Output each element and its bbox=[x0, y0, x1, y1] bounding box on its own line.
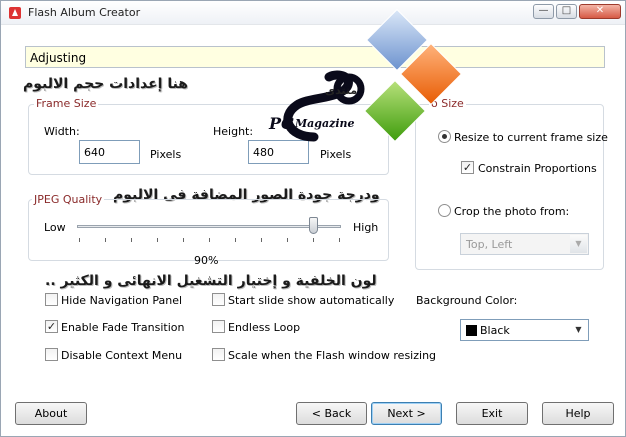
chevron-down-icon: ▼ bbox=[570, 235, 587, 253]
resize-label: Resize to current frame size bbox=[454, 131, 608, 144]
slider-tick bbox=[235, 238, 236, 242]
window-title: Flash Album Creator bbox=[28, 6, 141, 19]
app-icon bbox=[9, 7, 21, 19]
frame-size-label: Frame Size bbox=[34, 97, 99, 110]
background-color-label: Background Color: bbox=[416, 294, 518, 307]
slider-tick bbox=[209, 238, 210, 242]
logo-arabic-text: منتدى bbox=[325, 84, 358, 97]
height-unit-label: Pixels bbox=[320, 148, 352, 161]
constrain-label: Constrain Proportions bbox=[478, 162, 597, 175]
quality-slider-track[interactable] bbox=[77, 225, 341, 228]
minimize-button[interactable]: — bbox=[533, 4, 554, 19]
logo-main-text: PC bbox=[269, 114, 294, 133]
constrain-checkbox[interactable]: ✓ bbox=[461, 161, 474, 174]
chevron-down-icon: ▼ bbox=[570, 321, 587, 339]
height-label: Height: bbox=[213, 125, 254, 138]
slider-tick bbox=[131, 238, 132, 242]
resize-radio[interactable] bbox=[438, 130, 451, 143]
logo-sub-text: Magazine bbox=[295, 117, 355, 130]
jpeg-quality-label: JPEG Quality bbox=[32, 193, 105, 206]
slider-tick bbox=[79, 238, 80, 242]
quality-low-label: Low bbox=[44, 221, 66, 234]
quality-value: 90% bbox=[194, 254, 219, 267]
hide-nav-checkbox[interactable] bbox=[45, 293, 58, 306]
close-button[interactable]: ✕ bbox=[579, 4, 621, 19]
quality-slider-thumb[interactable] bbox=[309, 217, 318, 234]
jpeg-quality-group bbox=[28, 199, 389, 261]
crop-select-value: Top, Left bbox=[466, 238, 513, 251]
arabic-caption-options: لون الخلفية و إختيار التشغيل الانهائى و … bbox=[45, 273, 377, 289]
start-auto-checkbox[interactable] bbox=[212, 293, 225, 306]
crop-select[interactable]: Top, Left ▼ bbox=[460, 233, 589, 255]
logo-swirl-icon bbox=[283, 70, 365, 142]
disable-menu-checkbox[interactable] bbox=[45, 348, 58, 361]
exit-button[interactable]: Exit bbox=[456, 402, 528, 425]
color-swatch bbox=[466, 325, 477, 336]
slider-tick bbox=[287, 238, 288, 242]
slider-tick bbox=[157, 238, 158, 242]
fade-label: Enable Fade Transition bbox=[61, 321, 185, 334]
hide-nav-label: Hide Navigation Panel bbox=[61, 294, 183, 307]
background-color-select[interactable]: Black ▼ bbox=[460, 319, 589, 341]
slider-tick bbox=[105, 238, 106, 242]
back-button[interactable]: < Back bbox=[296, 402, 367, 425]
crop-label: Crop the photo from: bbox=[454, 205, 570, 218]
slider-tick bbox=[183, 238, 184, 242]
help-button[interactable]: Help bbox=[542, 402, 614, 425]
slider-tick bbox=[339, 238, 340, 242]
scale-label: Scale when the Flash window resizing bbox=[228, 349, 437, 362]
next-button[interactable]: Next > bbox=[371, 402, 442, 425]
width-unit-label: Pixels bbox=[150, 148, 182, 161]
width-input[interactable]: 640 bbox=[79, 140, 140, 164]
arabic-caption-size: هنا إعدادات حجم الالبوم bbox=[23, 76, 188, 92]
slider-tick bbox=[261, 238, 262, 242]
width-label: Width: bbox=[44, 125, 80, 138]
about-button[interactable]: About bbox=[15, 402, 87, 425]
maximize-button[interactable]: □ bbox=[556, 4, 577, 19]
app-window: Flash Album Creator — □ ✕ Adjusting هنا … bbox=[0, 0, 626, 437]
endless-checkbox[interactable] bbox=[212, 320, 225, 333]
fade-checkbox[interactable]: ✓ bbox=[45, 320, 58, 333]
slider-tick bbox=[313, 238, 314, 242]
endless-label: Endless Loop bbox=[228, 321, 301, 334]
background-color-value: Black bbox=[480, 324, 510, 337]
scale-checkbox[interactable] bbox=[212, 348, 225, 361]
start-auto-label: Start slide show automatically bbox=[228, 294, 395, 307]
title-bar: Flash Album Creator — □ ✕ bbox=[1, 1, 625, 25]
section-header: Adjusting bbox=[25, 46, 605, 68]
quality-high-label: High bbox=[353, 221, 379, 234]
disable-menu-label: Disable Context Menu bbox=[61, 349, 183, 362]
crop-radio[interactable] bbox=[438, 204, 451, 217]
